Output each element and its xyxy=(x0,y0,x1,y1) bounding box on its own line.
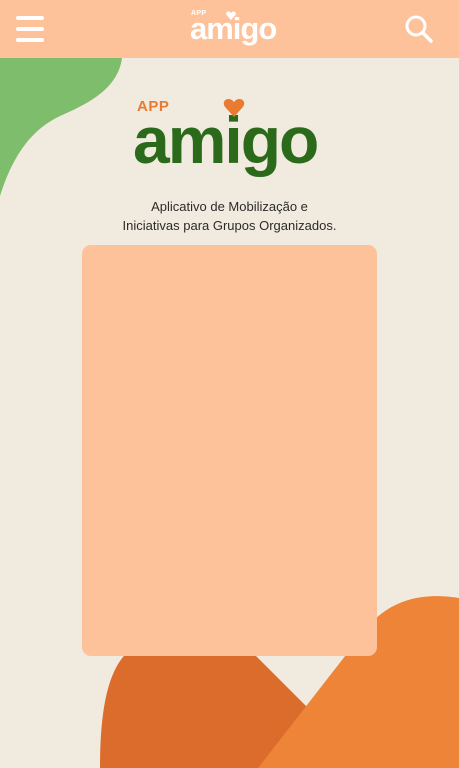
header-logo[interactable]: APP amigo xyxy=(186,10,277,50)
green-blob-decoration xyxy=(0,58,122,196)
tagline-line-1: Aplicativo de Mobilização e xyxy=(151,199,308,214)
app-logo: APP amigo xyxy=(133,98,333,182)
heart-icon xyxy=(226,11,236,20)
tagline-line-2: Iniciativas para Grupos Organizados. xyxy=(122,218,337,233)
search-icon[interactable] xyxy=(404,14,434,44)
content-card xyxy=(82,245,377,656)
heart-icon xyxy=(223,99,245,117)
tagline: Aplicativo de Mobilização e Iniciativas … xyxy=(0,197,459,235)
top-navigation-bar: APP amigo xyxy=(0,0,459,58)
hamburger-menu-icon[interactable] xyxy=(16,15,46,43)
